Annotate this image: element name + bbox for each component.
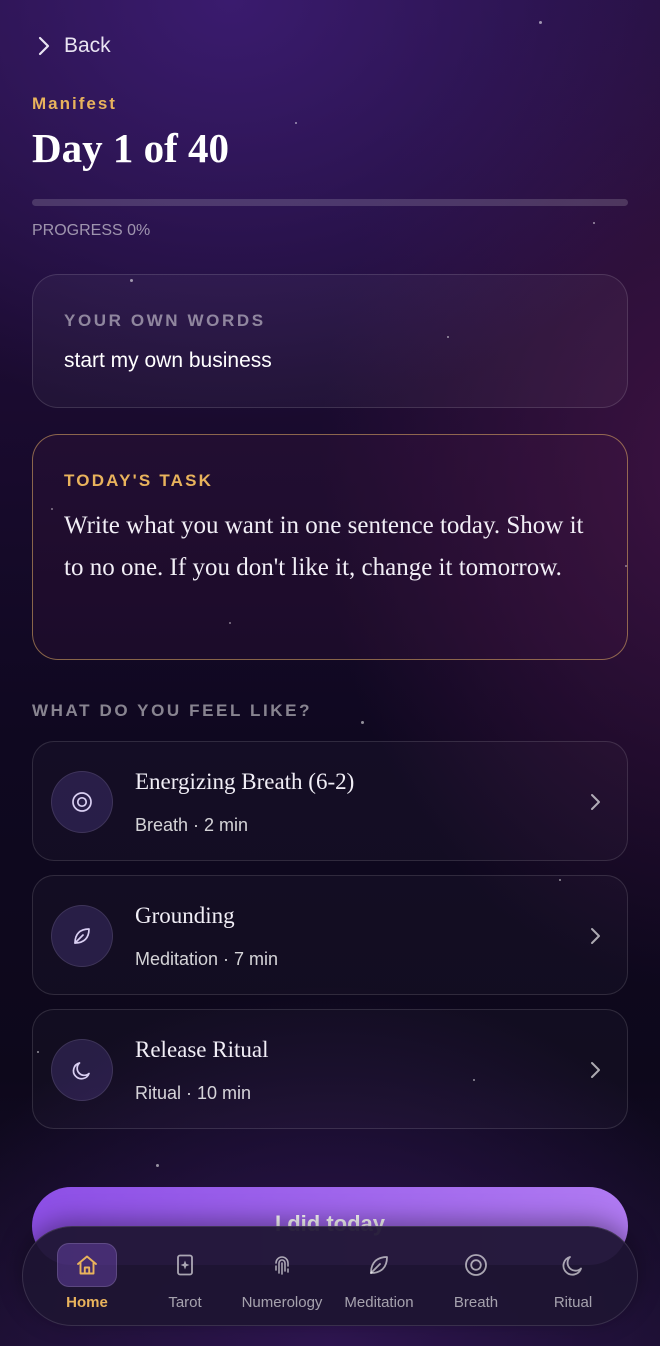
page-title: Day 1 of 40: [32, 125, 230, 171]
bottom-tab-bar: Home Tarot Numerology Meditation Breath …: [22, 1226, 638, 1326]
breath-icon: [51, 771, 113, 833]
chevron-right-icon: [591, 794, 600, 810]
tab-label: Breath: [453, 1294, 499, 1311]
progress-bar: [32, 199, 628, 206]
star-decoration: [295, 122, 297, 124]
activity-meta: Meditation · 7 min: [135, 949, 279, 969]
tab-label: Ritual: [553, 1294, 593, 1311]
fingerprint-icon: [252, 1243, 312, 1287]
chevron-right-icon: [38, 36, 50, 56]
task-body: Write what you want in one sentence toda…: [64, 512, 584, 581]
progress-label: PROGRESS 0%: [32, 222, 151, 239]
tab-breath[interactable]: Breath: [427, 1243, 525, 1315]
program-name: Manifest: [32, 94, 117, 113]
activity-meta: Ritual · 10 min: [135, 1083, 252, 1103]
own-words-card: YOUR OWN WORDS start my own business: [32, 274, 628, 408]
tab-meditation[interactable]: Meditation: [330, 1243, 428, 1315]
tab-numerology[interactable]: Numerology: [233, 1243, 331, 1315]
own-words-caption: YOUR OWN WORDS: [64, 311, 266, 330]
leaf-icon: [51, 905, 113, 967]
task-caption: TODAY'S TASK: [64, 471, 214, 490]
tab-tarot[interactable]: Tarot: [136, 1243, 234, 1315]
back-label: Back: [64, 34, 111, 57]
tab-label: Tarot: [168, 1294, 202, 1311]
moon-icon: [543, 1243, 603, 1287]
tab-label: Home: [66, 1294, 108, 1311]
tab-home[interactable]: Home: [38, 1243, 136, 1315]
star-decoration: [539, 21, 542, 24]
tarot-card-icon: [155, 1243, 215, 1287]
star-decoration: [156, 1164, 159, 1167]
activity-title: Release Ritual: [135, 1037, 269, 1062]
tab-ritual[interactable]: Ritual: [524, 1243, 622, 1315]
activity-card-energizing-breath[interactable]: Energizing Breath (6-2) Breath · 2 min: [32, 741, 628, 861]
activity-title: Energizing Breath (6-2): [135, 769, 355, 794]
activity-title: Grounding: [135, 903, 235, 928]
activity-meta: Breath · 2 min: [135, 815, 249, 835]
home-icon: [57, 1243, 117, 1287]
chevron-right-icon: [591, 1062, 600, 1078]
todays-task-card: TODAY'S TASK Write what you want in one …: [32, 434, 628, 660]
chevron-right-icon: [591, 928, 600, 944]
activity-card-release-ritual[interactable]: Release Ritual Ritual · 10 min: [32, 1009, 628, 1129]
breath-icon: [446, 1243, 506, 1287]
activity-card-grounding[interactable]: Grounding Meditation · 7 min: [32, 875, 628, 995]
tab-label: Numerology: [241, 1294, 323, 1311]
star-decoration: [361, 721, 364, 724]
moon-icon: [51, 1039, 113, 1101]
own-words-value: start my own business: [64, 349, 272, 372]
back-button[interactable]: Back: [36, 34, 111, 58]
feel-section-title: WHAT DO YOU FEEL LIKE?: [32, 701, 313, 720]
leaf-icon: [349, 1243, 409, 1287]
tab-label: Meditation: [344, 1294, 414, 1311]
star-decoration: [593, 222, 595, 224]
